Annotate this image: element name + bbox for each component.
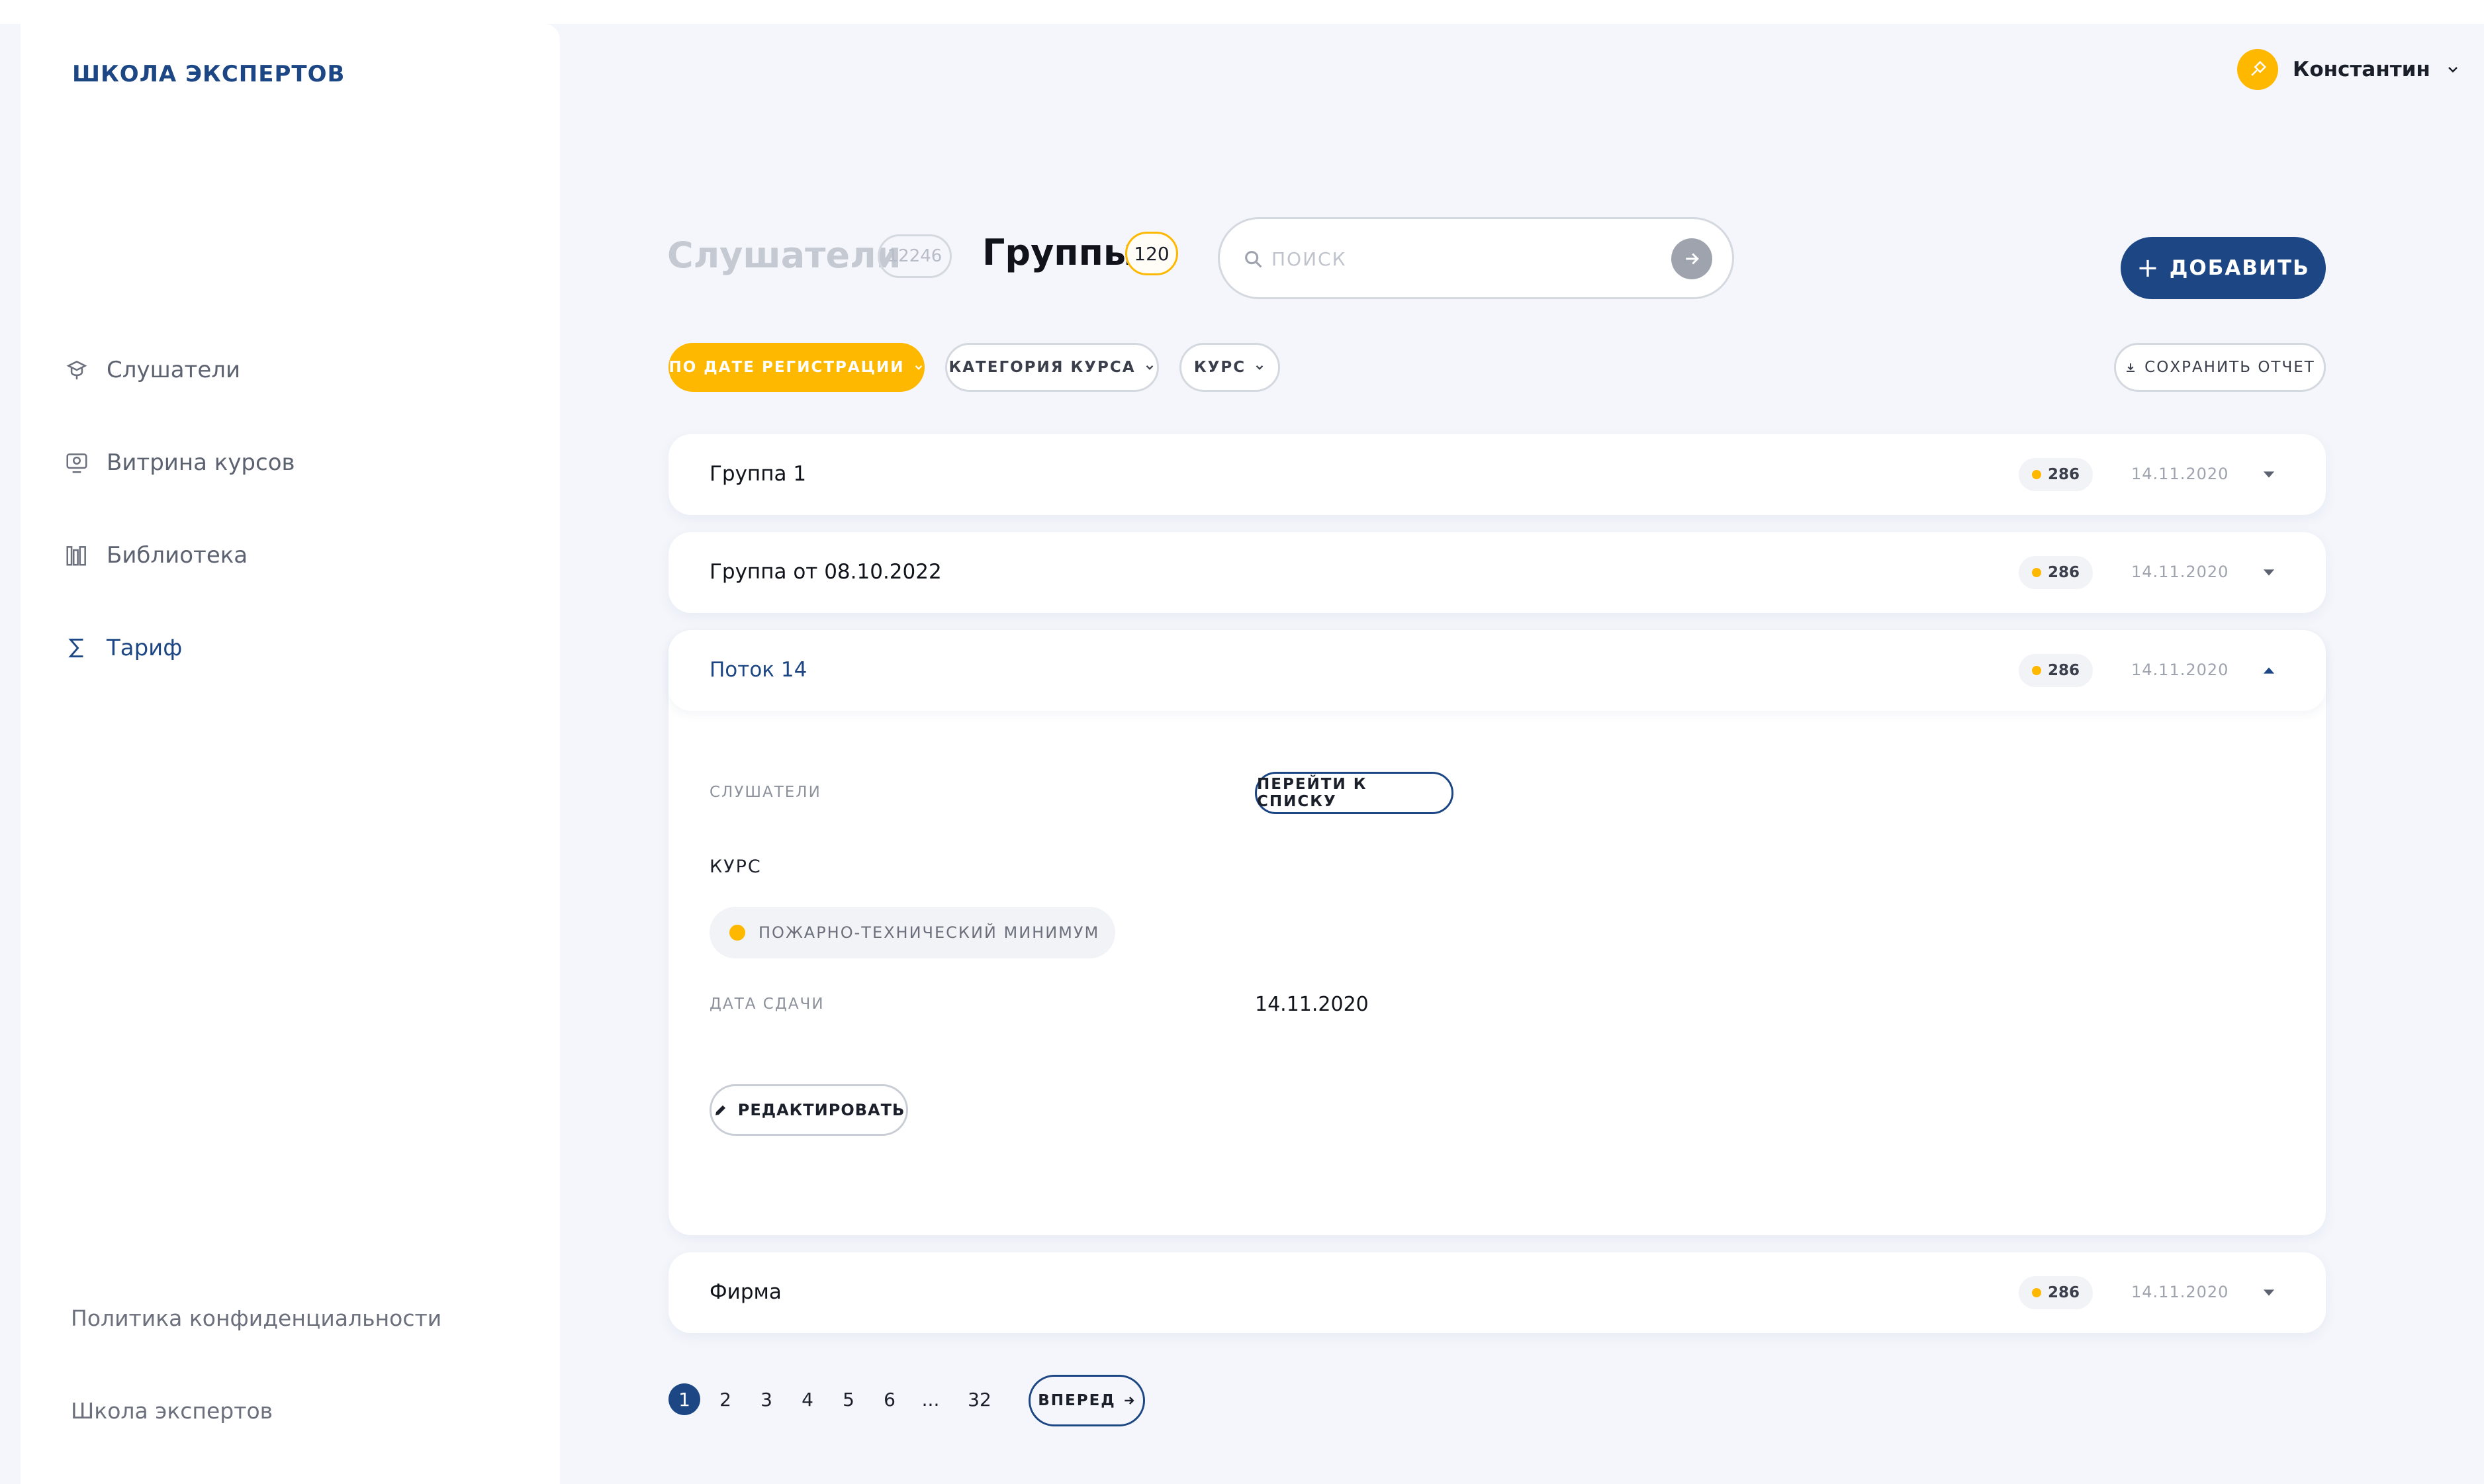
sidebar-item-course-showcase[interactable]: Витрина курсов: [64, 449, 295, 476]
group-row-header[interactable]: Фирма 286 14.11.2020: [668, 1252, 2326, 1333]
group-row-header[interactable]: Группа от 08.10.2022 286 14.11.2020: [668, 532, 2326, 613]
group-row[interactable]: Группа 1 286 14.11.2020: [668, 434, 2326, 515]
chevron-down-icon: [2448, 67, 2458, 73]
group-title: Поток 14: [710, 658, 807, 682]
group-date: 14.11.2020: [2131, 465, 2229, 483]
member-count-badge: 286: [2019, 1276, 2093, 1309]
course-label: КУРС: [710, 857, 762, 877]
course-tag[interactable]: ПОЖАРНО-ТЕХНИЧЕСКИЙ МИНИМУМ: [710, 907, 1116, 958]
sidebar-item-listeners[interactable]: Слушатели: [64, 357, 240, 383]
search-submit-button[interactable]: [1671, 238, 1712, 279]
member-count-badge: 286: [2019, 556, 2093, 589]
status-dot: [2031, 568, 2041, 577]
page-1[interactable]: 1: [668, 1383, 700, 1415]
search-icon: [1245, 251, 1262, 268]
status-dot: [729, 925, 745, 941]
group-row-expanded: Поток 14 286 14.11.2020 СЛУШАТЕЛИ ПЕРЕЙТ…: [668, 630, 2326, 1235]
listeners-label: СЛУШАТЕЛИ: [710, 784, 821, 801]
member-count: 286: [2047, 1284, 2080, 1301]
groups-count-badge: 120: [1125, 232, 1178, 275]
due-date-value: 14.11.2020: [1255, 993, 1369, 1016]
library-icon: [64, 543, 89, 568]
plus-icon: +: [2137, 253, 2160, 283]
page-6[interactable]: 6: [874, 1383, 905, 1415]
top-strip: [0, 0, 2484, 24]
search-input[interactable]: [1271, 239, 1655, 279]
status-dot: [2031, 470, 2041, 479]
page-5[interactable]: 5: [833, 1383, 864, 1415]
sidebar: ШКОЛА ЭКСПЕРТОВ Слушатели Витрина курсов…: [21, 24, 560, 1484]
page-2[interactable]: 2: [710, 1383, 741, 1415]
caret-down-icon[interactable]: [2260, 565, 2278, 580]
edit-button-label: РЕДАКТИРОВАТЬ: [737, 1101, 905, 1119]
status-dot: [2031, 1288, 2041, 1297]
sidebar-item-tariff[interactable]: Тариф: [64, 635, 182, 661]
filter-course-category[interactable]: КАТЕГОРИЯ КУРСА: [945, 343, 1159, 392]
search-box: [1218, 217, 1734, 299]
member-count: 286: [2047, 466, 2080, 483]
edit-button[interactable]: РЕДАКТИРОВАТЬ: [710, 1084, 908, 1136]
save-report-label: СОХРАНИТЬ ОТЧЕТ: [2144, 359, 2315, 376]
course-showcase-icon: [64, 450, 89, 475]
sidebar-item-library[interactable]: Библиотека: [64, 542, 248, 569]
user-avatar-icon: [2237, 49, 2278, 90]
member-count-badge: 286: [2019, 654, 2093, 687]
group-title: Группа 1: [710, 462, 807, 486]
privacy-policy-link[interactable]: Политика конфиденциальности: [71, 1305, 441, 1331]
status-dot: [2031, 666, 2041, 675]
page-ellipsis: ...: [921, 1388, 940, 1411]
group-row[interactable]: Группа от 08.10.2022 286 14.11.2020: [668, 532, 2326, 613]
tab-listeners[interactable]: Слушатели: [667, 234, 901, 276]
arrow-right-icon: [1686, 253, 1699, 265]
save-report-button[interactable]: СОХРАНИТЬ ОТЧЕТ: [2114, 343, 2326, 392]
chevron-down-icon: [1146, 365, 1153, 370]
next-page-label: ВПЕРЕД: [1038, 1392, 1116, 1409]
caret-down-icon[interactable]: [2260, 1285, 2278, 1300]
listeners-count-badge: 12246: [878, 234, 952, 278]
user-menu[interactable]: Константин: [2237, 49, 2461, 90]
page-3[interactable]: 3: [751, 1383, 782, 1415]
group-row-header[interactable]: Группа 1 286 14.11.2020: [668, 434, 2326, 515]
due-date-label: ДАТА СДАЧИ: [710, 996, 825, 1013]
school-link[interactable]: Школа экспертов: [71, 1398, 273, 1424]
app-logo[interactable]: ШКОЛА ЭКСПЕРТОВ: [72, 61, 345, 87]
chevron-down-icon: [915, 365, 922, 370]
caret-up-icon[interactable]: [2260, 663, 2278, 678]
page-32[interactable]: 32: [958, 1383, 1001, 1415]
next-page-button[interactable]: ВПЕРЕД: [1029, 1375, 1145, 1426]
member-count: 286: [2047, 662, 2080, 679]
sidebar-item-label: Тариф: [107, 635, 183, 661]
filter-label: КАТЕГОРИЯ КУРСА: [948, 359, 1136, 376]
arrow-right-icon: [1125, 1397, 1134, 1405]
tab-groups[interactable]: Группы: [982, 232, 1136, 273]
sigma-icon: [64, 635, 89, 661]
filter-label: КУРС: [1193, 359, 1246, 376]
filter-course[interactable]: КУРС: [1179, 343, 1280, 392]
go-to-list-button[interactable]: ПЕРЕЙТИ К СПИСКУ: [1255, 772, 1453, 814]
group-date: 14.11.2020: [2131, 661, 2229, 679]
pencil-icon: [715, 1105, 725, 1115]
add-button[interactable]: + ДОБАВИТЬ: [2121, 237, 2326, 299]
page-4[interactable]: 4: [792, 1383, 823, 1415]
group-row-header[interactable]: Поток 14 286 14.11.2020: [668, 630, 2326, 711]
member-count: 286: [2047, 564, 2080, 581]
course-name: ПОЖАРНО-ТЕХНИЧЕСКИЙ МИНИМУМ: [759, 923, 1100, 942]
group-date: 14.11.2020: [2131, 563, 2229, 581]
sidebar-item-label: Слушатели: [107, 357, 241, 383]
member-count-badge: 286: [2019, 458, 2093, 491]
add-button-label: ДОБАВИТЬ: [2169, 256, 2310, 280]
filter-label: ПО ДАТЕ РЕГИСТРАЦИИ: [668, 359, 905, 376]
group-title: Группа от 08.10.2022: [710, 560, 942, 584]
sidebar-item-label: Библиотека: [107, 542, 248, 569]
download-icon: [2127, 363, 2135, 372]
chevron-down-icon: [1256, 365, 1264, 370]
sidebar-item-label: Витрина курсов: [107, 449, 295, 476]
students-icon: [64, 357, 89, 383]
filter-by-registration-date[interactable]: ПО ДАТЕ РЕГИСТРАЦИИ: [668, 343, 925, 392]
caret-down-icon[interactable]: [2260, 467, 2278, 482]
group-date: 14.11.2020: [2131, 1283, 2229, 1301]
group-row[interactable]: Фирма 286 14.11.2020: [668, 1252, 2326, 1333]
group-title: Фирма: [710, 1280, 782, 1304]
user-name: Константин: [2293, 58, 2430, 81]
